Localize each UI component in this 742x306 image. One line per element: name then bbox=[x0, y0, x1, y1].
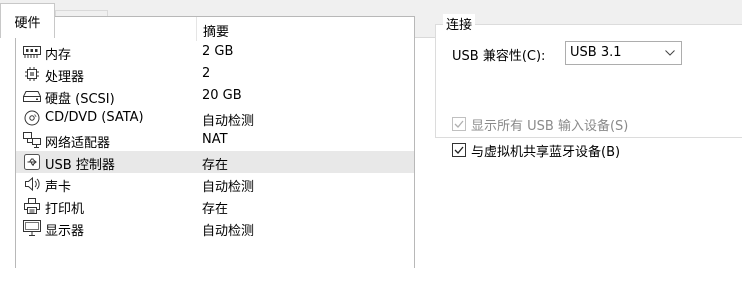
device-row-cd-dvd[interactable]: CD/DVD (SATA) 自动检测 bbox=[16, 107, 414, 129]
tab-hardware[interactable]: 硬件 bbox=[0, 3, 55, 38]
usb-compatibility-value: USB 3.1 bbox=[570, 45, 622, 60]
device-list-header: 设备 摘要 bbox=[16, 17, 414, 41]
device-name: CD/DVD (SATA) bbox=[45, 110, 144, 125]
usb-controller-icon bbox=[23, 154, 41, 170]
device-name: 显示器 bbox=[45, 224, 85, 239]
display-icon bbox=[23, 220, 41, 236]
device-name: 网络适配器 bbox=[45, 136, 111, 151]
device-summary: 20 GB bbox=[202, 88, 242, 103]
network-adapter-icon bbox=[23, 132, 41, 148]
processor-icon bbox=[23, 66, 41, 82]
usb-compatibility-label: USB 兼容性(C): bbox=[452, 49, 546, 64]
device-row-printer[interactable]: 打印机 存在 bbox=[16, 195, 414, 217]
device-list[interactable]: 设备 摘要 内存 2 GB 处理器 2 硬盘 (SCSI) 20 GB CD/D… bbox=[15, 16, 415, 268]
device-row-network-adapter[interactable]: 网络适配器 NAT bbox=[16, 129, 414, 151]
device-summary: 存在 bbox=[202, 158, 229, 173]
device-name: 声卡 bbox=[45, 180, 72, 195]
device-summary: 自动检测 bbox=[202, 114, 255, 129]
tab-hardware-label: 硬件 bbox=[14, 15, 41, 31]
connection-group-title: 连接 bbox=[443, 14, 476, 33]
device-summary: NAT bbox=[202, 132, 228, 147]
memory-icon bbox=[23, 44, 41, 60]
device-name: 硬盘 (SCSI) bbox=[45, 92, 115, 107]
checkmark-icon bbox=[453, 118, 465, 130]
device-name: 处理器 bbox=[45, 70, 85, 85]
device-summary: 存在 bbox=[202, 202, 229, 217]
hard-disk-icon bbox=[23, 88, 41, 104]
device-name: 内存 bbox=[45, 48, 72, 63]
device-row-display[interactable]: 显示器 自动检测 bbox=[16, 217, 414, 239]
show-all-usb-label: 显示所有 USB 输入设备(S) bbox=[471, 119, 629, 134]
cd-dvd-icon bbox=[23, 110, 41, 126]
share-bluetooth-checkbox[interactable] bbox=[452, 143, 466, 157]
device-row-processor[interactable]: 处理器 2 bbox=[16, 63, 414, 85]
device-summary: 自动检测 bbox=[202, 180, 255, 195]
sound-card-icon bbox=[23, 176, 41, 192]
device-row-usb-controller[interactable]: USB 控制器 存在 bbox=[16, 151, 414, 173]
device-name: USB 控制器 bbox=[45, 158, 115, 173]
checkmark-icon bbox=[453, 144, 465, 156]
column-separator[interactable] bbox=[196, 17, 197, 41]
device-row-memory[interactable]: 内存 2 GB bbox=[16, 41, 414, 63]
device-summary: 自动检测 bbox=[202, 224, 255, 239]
device-summary: 2 GB bbox=[202, 44, 234, 59]
device-row-hard-disk[interactable]: 硬盘 (SCSI) 20 GB bbox=[16, 85, 414, 107]
usb-compatibility-select[interactable]: USB 3.1 bbox=[565, 41, 682, 65]
device-row-sound-card[interactable]: 声卡 自动检测 bbox=[16, 173, 414, 195]
chevron-down-icon bbox=[665, 50, 675, 56]
show-all-usb-checkbox[interactable] bbox=[452, 117, 466, 131]
share-bluetooth-label: 与虚拟机共享蓝牙设备(B) bbox=[471, 145, 621, 160]
device-name: 打印机 bbox=[45, 202, 85, 217]
column-header-summary[interactable]: 摘要 bbox=[203, 21, 229, 40]
device-summary: 2 bbox=[202, 66, 211, 81]
printer-icon bbox=[23, 198, 41, 214]
